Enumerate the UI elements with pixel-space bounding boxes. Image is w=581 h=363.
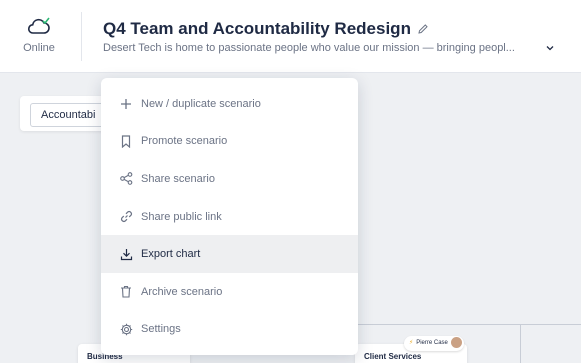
pencil-icon[interactable] xyxy=(417,23,429,35)
scenario-menu: New / duplicate scenario Promote scenari… xyxy=(101,78,358,355)
connector-line xyxy=(520,324,521,363)
menu-item-settings[interactable]: Settings xyxy=(101,311,358,349)
link-icon xyxy=(119,210,133,224)
menu-item-share-scenario[interactable]: Share scenario xyxy=(101,160,358,198)
share-icon xyxy=(119,172,133,186)
connector-line xyxy=(355,324,581,325)
menu-item-label: Settings xyxy=(141,323,181,336)
description-row[interactable]: Desert Tech is home to passionate people… xyxy=(103,42,555,54)
header-divider xyxy=(81,12,82,61)
menu-item-export-chart[interactable]: Export chart xyxy=(101,235,358,273)
page-title: Q4 Team and Accountability Redesign xyxy=(103,19,411,38)
header: Online Q4 Team and Accountability Redesi… xyxy=(0,0,581,73)
avatar[interactable] xyxy=(450,336,463,349)
download-icon xyxy=(119,247,133,261)
menu-item-label: New / duplicate scenario xyxy=(141,97,261,110)
menu-item-promote-scenario[interactable]: Promote scenario xyxy=(101,123,358,161)
menu-item-archive-scenario[interactable]: Archive scenario xyxy=(101,273,358,311)
bolt-icon: ⚡ xyxy=(409,340,414,346)
chevron-down-icon[interactable] xyxy=(545,43,555,53)
bookmark-icon xyxy=(119,134,133,148)
menu-item-new-duplicate-scenario[interactable]: New / duplicate scenario xyxy=(101,85,358,123)
menu-item-label: Archive scenario xyxy=(141,285,223,298)
menu-item-label: Promote scenario xyxy=(141,135,228,148)
menu-item-share-public-link[interactable]: Share public link xyxy=(101,198,358,236)
status-label: Online xyxy=(23,42,55,54)
menu-item-label: Share scenario xyxy=(141,172,215,185)
sync-status: Online xyxy=(18,16,60,54)
title-row: Q4 Team and Accountability Redesign xyxy=(103,19,429,39)
person-name: Pierre Case xyxy=(416,340,448,346)
gear-icon xyxy=(119,322,133,336)
cloud-check-icon xyxy=(27,17,50,34)
page-description: Desert Tech is home to passionate people… xyxy=(103,42,515,54)
trash-icon xyxy=(119,285,133,299)
menu-item-label: Export chart xyxy=(141,248,201,261)
plus-icon xyxy=(119,97,133,111)
menu-item-label: Share public link xyxy=(141,210,222,223)
